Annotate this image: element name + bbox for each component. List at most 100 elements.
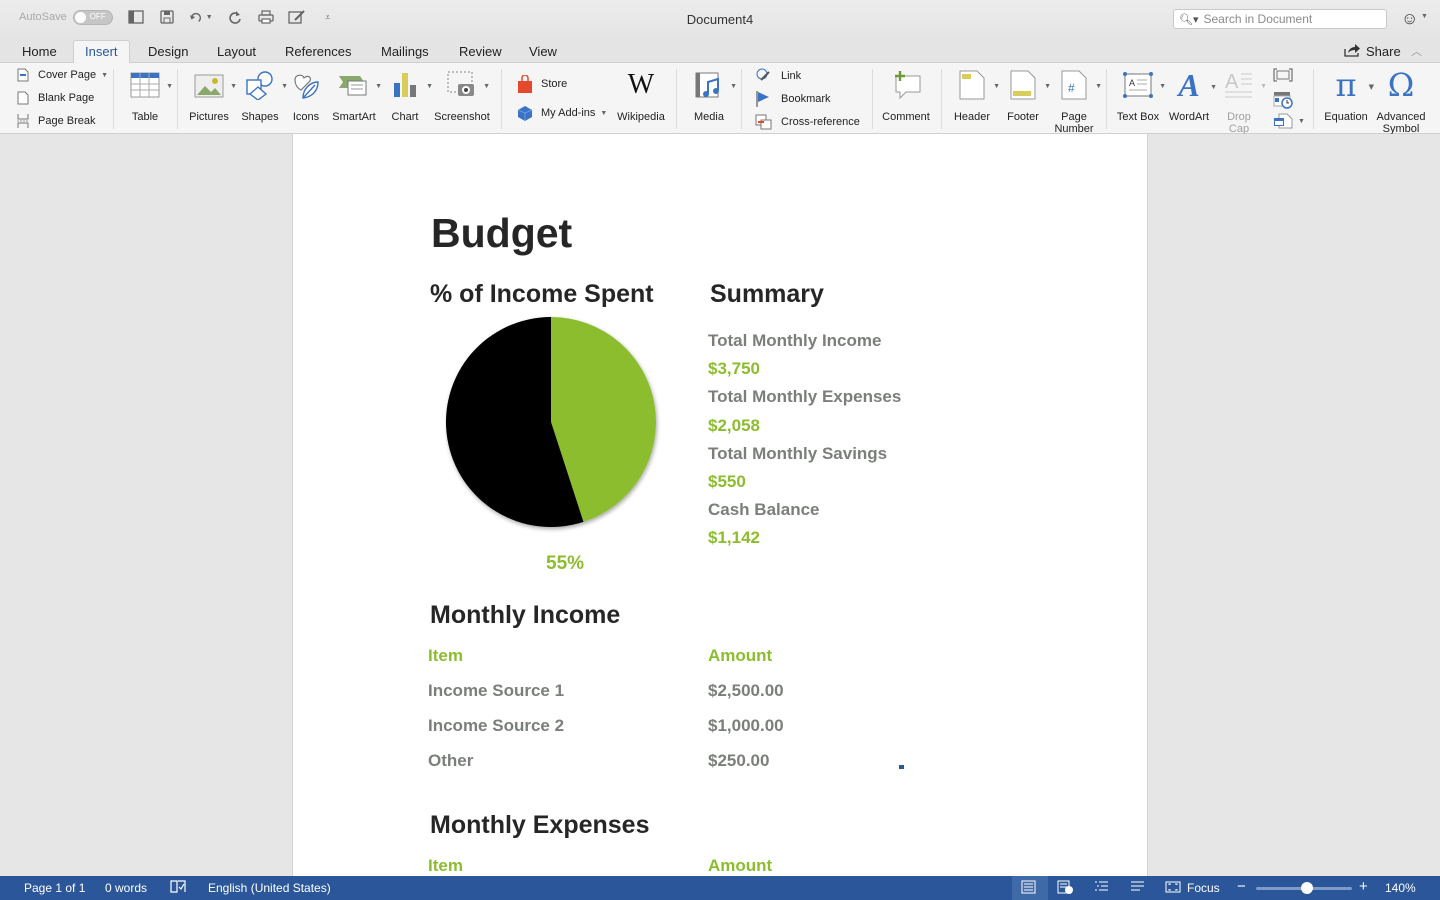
pi-equation-icon: π ▼ — [1335, 66, 1374, 104]
footer-label: Footer — [1007, 111, 1039, 123]
link-button[interactable]: Link — [755, 68, 801, 84]
cover-page-label: Cover Page — [38, 69, 97, 81]
feedback-smiley-icon[interactable]: ☺ — [1401, 9, 1418, 29]
signature-line-icon[interactable] — [1273, 68, 1293, 87]
drop-cap-label: Drop Cap — [1227, 111, 1251, 135]
icons-icon — [288, 67, 324, 103]
zoom-slider-thumb[interactable] — [1301, 882, 1313, 894]
tab-design[interactable]: Design — [148, 44, 188, 59]
ribbon-insert: Cover Page ▼ Blank Page Page Break ▼ Tab… — [0, 63, 1440, 135]
date-time-icon[interactable] — [1273, 91, 1293, 114]
language[interactable]: English (United States) — [208, 881, 331, 895]
footer-button[interactable]: ▼ Footer — [1004, 67, 1051, 123]
icons-button[interactable]: Icons — [290, 67, 322, 123]
cross-reference-label: Cross-reference — [781, 116, 860, 128]
outline-view-icon[interactable] — [1094, 880, 1109, 897]
focus-icon[interactable] — [1165, 880, 1181, 897]
chevron-down-icon[interactable]: ▼ — [1421, 13, 1428, 20]
summary-label: Cash Balance — [708, 500, 820, 519]
tab-view[interactable]: View — [529, 44, 557, 59]
equation-button[interactable]: π ▼ Equation — [1322, 66, 1374, 123]
chart-label: Chart — [391, 111, 419, 123]
drop-cap-button[interactable]: A ▼ Drop Cap — [1220, 67, 1267, 135]
media-button[interactable]: ▼ Media — [690, 67, 737, 123]
search-input[interactable]: 🔍︎▾ Search in Document — [1173, 9, 1387, 29]
advanced-symbol-button[interactable]: Ω Advanced Symbol — [1375, 67, 1427, 135]
income-heading: Monthly Income — [430, 601, 621, 629]
page-break-button[interactable]: Page Break — [16, 114, 95, 128]
tab-references[interactable]: References — [285, 44, 351, 59]
word-count[interactable]: 0 words — [105, 881, 147, 895]
cross-reference-button[interactable]: Cross-reference — [755, 114, 860, 130]
page-count[interactable]: Page 1 of 1 — [24, 881, 85, 895]
text-box-button[interactable]: A ▼ Text Box — [1114, 67, 1166, 123]
chevron-down-icon: ▼ — [1159, 83, 1166, 90]
screenshot-button[interactable]: ▼ Screenshot — [433, 67, 491, 123]
ribbon-tabs: Home Insert Design Layout References Mai… — [0, 38, 1440, 64]
bookmark-button[interactable]: Bookmark — [755, 91, 831, 107]
tab-insert[interactable]: Insert — [73, 40, 130, 64]
chart-button[interactable]: ▼ Chart — [387, 67, 433, 123]
chevron-down-icon: ▼ — [166, 83, 173, 90]
comment-button[interactable]: Comment — [880, 67, 932, 123]
header-icon: ▼ — [954, 67, 1000, 103]
header-button[interactable]: ▼ Header — [953, 67, 1000, 123]
shapes-button[interactable]: ▼ Shapes — [239, 67, 288, 123]
ribbon-separator — [741, 69, 742, 129]
pictures-button[interactable]: ▼ Pictures — [187, 67, 237, 123]
equation-label: Equation — [1324, 111, 1368, 123]
table-header-item: Item — [428, 856, 463, 875]
wordart-button[interactable]: A ▼ WordArt — [1167, 67, 1217, 123]
tab-home[interactable]: Home — [22, 44, 57, 59]
focus-button[interactable]: Focus — [1187, 881, 1220, 895]
expenses-heading: Monthly Expenses — [430, 811, 650, 839]
print-layout-icon[interactable] — [1021, 880, 1036, 897]
table-resize-handle[interactable] — [899, 765, 904, 769]
pie-chart[interactable] — [445, 316, 667, 538]
smartart-button[interactable]: ▼ SmartArt — [330, 67, 382, 123]
summary-label: Total Monthly Income — [708, 331, 882, 350]
chevron-down-icon: ▼ — [483, 83, 490, 90]
chevron-down-icon: ▼ — [1095, 83, 1102, 90]
link-label: Link — [781, 70, 802, 82]
my-addins-button[interactable]: My Add-ins ▼ — [517, 105, 607, 121]
tab-mailings[interactable]: Mailings — [381, 44, 429, 59]
store-label: Store — [541, 78, 568, 90]
zoom-in-button[interactable]: + — [1359, 878, 1368, 895]
share-button[interactable]: Share — [1344, 43, 1401, 60]
store-button[interactable]: Store — [517, 75, 567, 93]
object-icon[interactable]: ▼ — [1273, 113, 1305, 129]
wikipedia-button[interactable]: W Wikipedia — [615, 67, 667, 124]
proofing-book-icon[interactable] — [170, 879, 186, 896]
status-bar: Page 1 of 1 0 words English (United Stat… — [0, 876, 1440, 900]
ribbon-separator — [676, 69, 677, 129]
zoom-level[interactable]: 140% — [1385, 881, 1416, 895]
chevron-down-icon: ▼ — [730, 83, 737, 90]
pie-heading: % of Income Spent — [430, 280, 654, 308]
table-icon: ▼ — [127, 67, 173, 103]
collapse-ribbon-icon[interactable]: ︿ — [1411, 43, 1422, 59]
table-button[interactable]: ▼ Table — [124, 67, 173, 123]
tab-review[interactable]: Review — [459, 44, 502, 59]
chevron-down-icon: ▼ — [230, 83, 237, 90]
pie-chart-svg — [445, 317, 656, 527]
summary-value: $1,142 — [708, 528, 760, 547]
cover-page-button[interactable]: Cover Page ▼ — [16, 68, 108, 82]
document-title-heading: Budget — [431, 210, 573, 256]
store-icon — [517, 75, 533, 93]
search-placeholder: Search in Document — [1203, 12, 1313, 26]
web-layout-icon[interactable] — [1057, 880, 1074, 898]
zoom-out-button[interactable]: − — [1237, 878, 1246, 895]
table-header-amount: Amount — [708, 856, 773, 875]
tab-layout[interactable]: Layout — [217, 44, 256, 59]
draft-view-icon[interactable] — [1130, 880, 1145, 897]
page-number-button[interactable]: # ▼ Page Number — [1052, 67, 1102, 135]
blank-page-label: Blank Page — [38, 92, 95, 104]
link-icon — [755, 68, 773, 84]
ribbon-separator — [1106, 69, 1107, 129]
footer-icon: ▼ — [1005, 67, 1051, 103]
page-break-icon — [16, 114, 30, 128]
blank-page-button[interactable]: Blank Page — [16, 91, 94, 105]
chevron-down-icon: ▼ — [993, 83, 1000, 90]
chart-icon: ▼ — [387, 67, 433, 103]
